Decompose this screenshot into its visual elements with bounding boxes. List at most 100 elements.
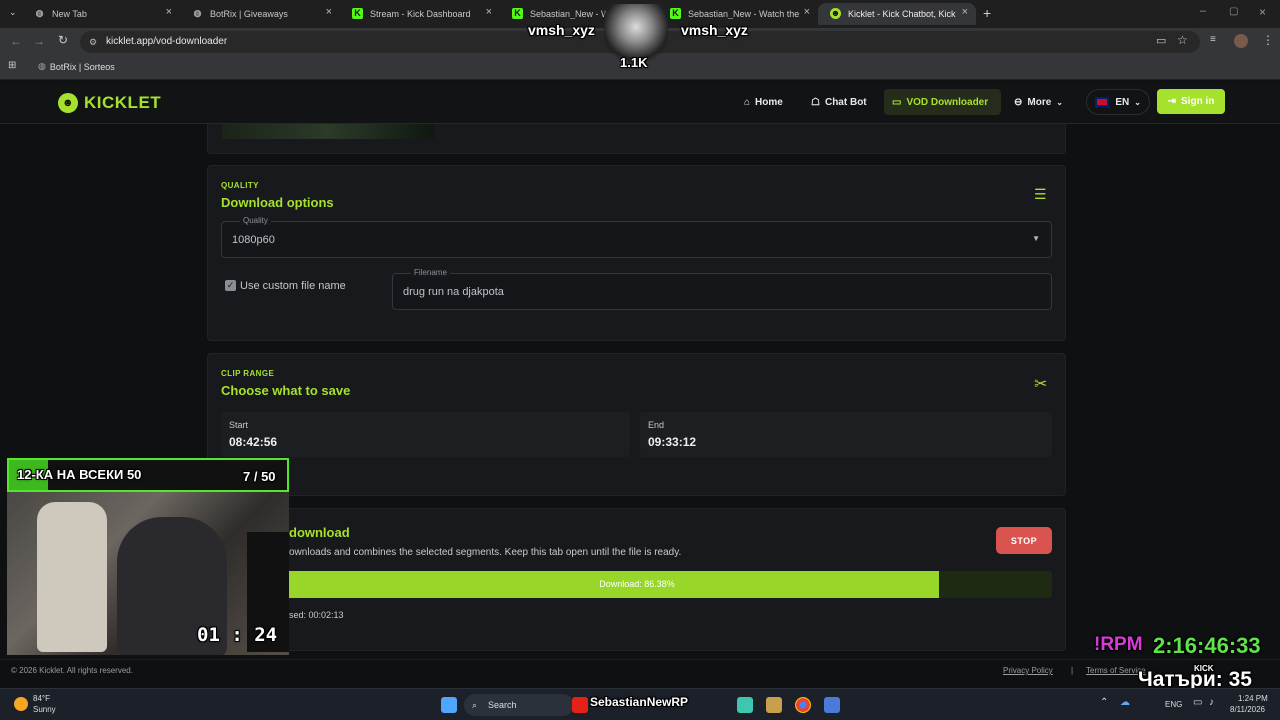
custom-filename-checkbox[interactable]: ✓	[225, 280, 236, 291]
quality-card: QUALITY Download options ☰ 1080p60 ▼ Qua…	[207, 165, 1066, 341]
kick-logo-icon: K	[352, 8, 363, 19]
sign-in-icon: ⇥	[1167, 96, 1177, 107]
nav-label: Home	[755, 96, 783, 108]
globe-icon: ◍	[38, 61, 46, 71]
stop-button[interactable]: STOP	[996, 527, 1052, 554]
close-icon[interactable]: ×	[804, 6, 810, 18]
back-arrow-icon[interactable]: ←	[10, 34, 22, 48]
kicklet-logo-icon: ☻	[58, 93, 78, 113]
clock-time[interactable]: 1:24 PM	[1238, 694, 1268, 703]
overlay-webcam: 01 : 24 : 18	[7, 492, 289, 655]
apps-grid-icon[interactable]: ⊞	[8, 60, 16, 71]
sliders-icon[interactable]: ☰	[1034, 186, 1047, 203]
quality-title: Download options	[221, 195, 334, 210]
reload-icon[interactable]: ↻	[58, 33, 68, 47]
tab-list-chevron-icon[interactable]: ⌄	[9, 7, 17, 18]
tab-title: BotRix | Giveaways	[210, 9, 288, 19]
overlay-cam-timer: 01 : 24 : 18	[197, 624, 289, 646]
menu-dots-icon[interactable]: ⋮	[1262, 33, 1274, 47]
quality-kicker: QUALITY	[221, 181, 259, 190]
nav-chatbot[interactable]: ☖ Chat Bot	[803, 89, 875, 115]
search-label: Search	[488, 700, 517, 710]
bookmark-botrix[interactable]: ◍ BotRix | Sorteos	[38, 61, 115, 72]
terms-link[interactable]: Terms of Service	[1086, 666, 1146, 675]
webcam-chair	[37, 502, 107, 652]
tab-kick-dashboard[interactable]: K Stream - Kick Dashboard ×	[340, 3, 500, 25]
overlay-rpm-time: 2:16:46:33	[1153, 633, 1261, 658]
app-icon-3[interactable]	[824, 697, 840, 713]
weather-sun-icon	[14, 697, 28, 711]
scissors-icon[interactable]: ✂	[1034, 374, 1047, 394]
tray-chevron-icon[interactable]: ⌃	[1100, 697, 1108, 708]
tab-botrix[interactable]: ◍ BotRix | Giveaways ×	[180, 3, 340, 25]
end-label: End	[648, 420, 665, 430]
overlay-rpm-label: !RPM	[1094, 634, 1143, 655]
chevron-down-icon: ⌄	[1134, 97, 1141, 107]
nav-label: VOD Downloader	[906, 96, 989, 108]
minimize-icon[interactable]: –	[1200, 5, 1206, 17]
windows-taskbar: 84°F Sunny ⌕ Search SebastianNewRP ⌃ ☁ E…	[0, 688, 1280, 720]
site-header: ☻ KICKLET ⌂ Home ☖ Chat Bot ▭ VOD Downloade…	[0, 81, 1280, 124]
nav-label: Chat Bot	[824, 96, 867, 108]
maximize-icon[interactable]: ▢	[1229, 6, 1238, 17]
site-info-icon[interactable]: ⚙	[89, 31, 97, 53]
kicklet-logo[interactable]: ☻ KICKLET	[58, 93, 161, 113]
close-icon[interactable]: ×	[962, 6, 968, 18]
privacy-link[interactable]: Privacy Policy	[1003, 666, 1053, 675]
network-icon[interactable]: ▭	[1193, 697, 1202, 708]
language-indicator[interactable]: ENG	[1165, 700, 1182, 709]
close-icon[interactable]: ×	[486, 6, 492, 18]
overlay-channel-name: SebastianNewRP	[590, 695, 689, 709]
app-icon-2[interactable]	[766, 697, 782, 713]
copyright-text: © 2026 Kicklet. All rights reserved.	[11, 666, 133, 675]
star-icon[interactable]: ☆	[1177, 33, 1188, 47]
sign-in-button[interactable]: ⇥ Sign in	[1157, 89, 1225, 114]
download-progress-text: Download: 86.38%	[599, 579, 675, 589]
nav-home[interactable]: ⌂ Home	[736, 89, 791, 115]
close-icon[interactable]: ×	[326, 6, 332, 18]
quality-select[interactable]: 1080p60 ▼	[221, 221, 1052, 258]
youtube-icon[interactable]	[572, 697, 588, 713]
download-progress-bar: Download: 86.38%	[222, 571, 1052, 598]
quality-select-label: Quality	[240, 216, 271, 225]
globe-icon: ◍	[193, 8, 202, 18]
quality-select-value: 1080p60	[232, 234, 275, 246]
close-window-icon[interactable]: ×	[1259, 5, 1266, 19]
clock-date[interactable]: 8/11/2026	[1230, 705, 1265, 714]
taskbar-search[interactable]: ⌕ Search	[464, 694, 574, 716]
globe-icon: ◍	[35, 8, 44, 18]
download-title: download	[289, 525, 350, 540]
speaker-icon[interactable]: ♪	[1209, 697, 1214, 708]
dropdown-caret-icon: ▼	[1032, 234, 1040, 243]
tab-kicklet[interactable]: ☻ Kicklet - Kick Chatbot, Kick Wid ×	[818, 3, 976, 25]
forward-arrow-icon[interactable]: →	[33, 34, 45, 48]
overlay-username-left: vmsh_xyz	[528, 22, 595, 38]
cloud-icon[interactable]: ☁	[1120, 697, 1130, 708]
end-value: 09:33:12	[648, 435, 697, 449]
bookmark-label: BotRix | Sorteos	[49, 61, 115, 72]
tab-title: Sebastian_New - Watch the VOD	[688, 9, 800, 19]
new-tab-plus-icon[interactable]: +	[983, 5, 991, 21]
chrome-icon[interactable]	[795, 697, 811, 713]
tab-title: Stream - Kick Dashboard	[370, 9, 471, 19]
filename-input[interactable]: drug run na djakpota	[392, 273, 1052, 310]
filename-label: Filename	[411, 268, 450, 277]
end-time-box[interactable]: End 09:33:12	[640, 412, 1052, 457]
nav-vod-downloader[interactable]: ▭ VOD Downloader	[884, 89, 1001, 115]
logo-text: KICKLET	[84, 93, 162, 112]
start-time-box[interactable]: Start 08:42:56	[221, 412, 630, 457]
nav-more[interactable]: ⊖ More ⌄	[1006, 89, 1071, 115]
windows-start-icon[interactable]	[441, 697, 457, 713]
app-icon-1[interactable]	[737, 697, 753, 713]
tab-new-tab[interactable]: ◍ New Tab ×	[22, 3, 180, 25]
footer-separator: |	[1071, 666, 1074, 675]
language-selector[interactable]: EN ⌄	[1086, 89, 1150, 115]
site-footer: © 2026 Kicklet. All rights reserved. Pri…	[0, 659, 1280, 687]
sign-in-label: Sign in	[1181, 96, 1215, 107]
overlay-viewer-count: 1.1K	[620, 55, 648, 70]
more-circle-icon: ⊖	[1014, 96, 1023, 108]
close-icon[interactable]: ×	[166, 6, 172, 18]
media-controls-icon[interactable]: ≡	[1210, 34, 1216, 45]
page-icon[interactable]: ▭	[1156, 34, 1166, 47]
avatar[interactable]	[1234, 34, 1248, 48]
